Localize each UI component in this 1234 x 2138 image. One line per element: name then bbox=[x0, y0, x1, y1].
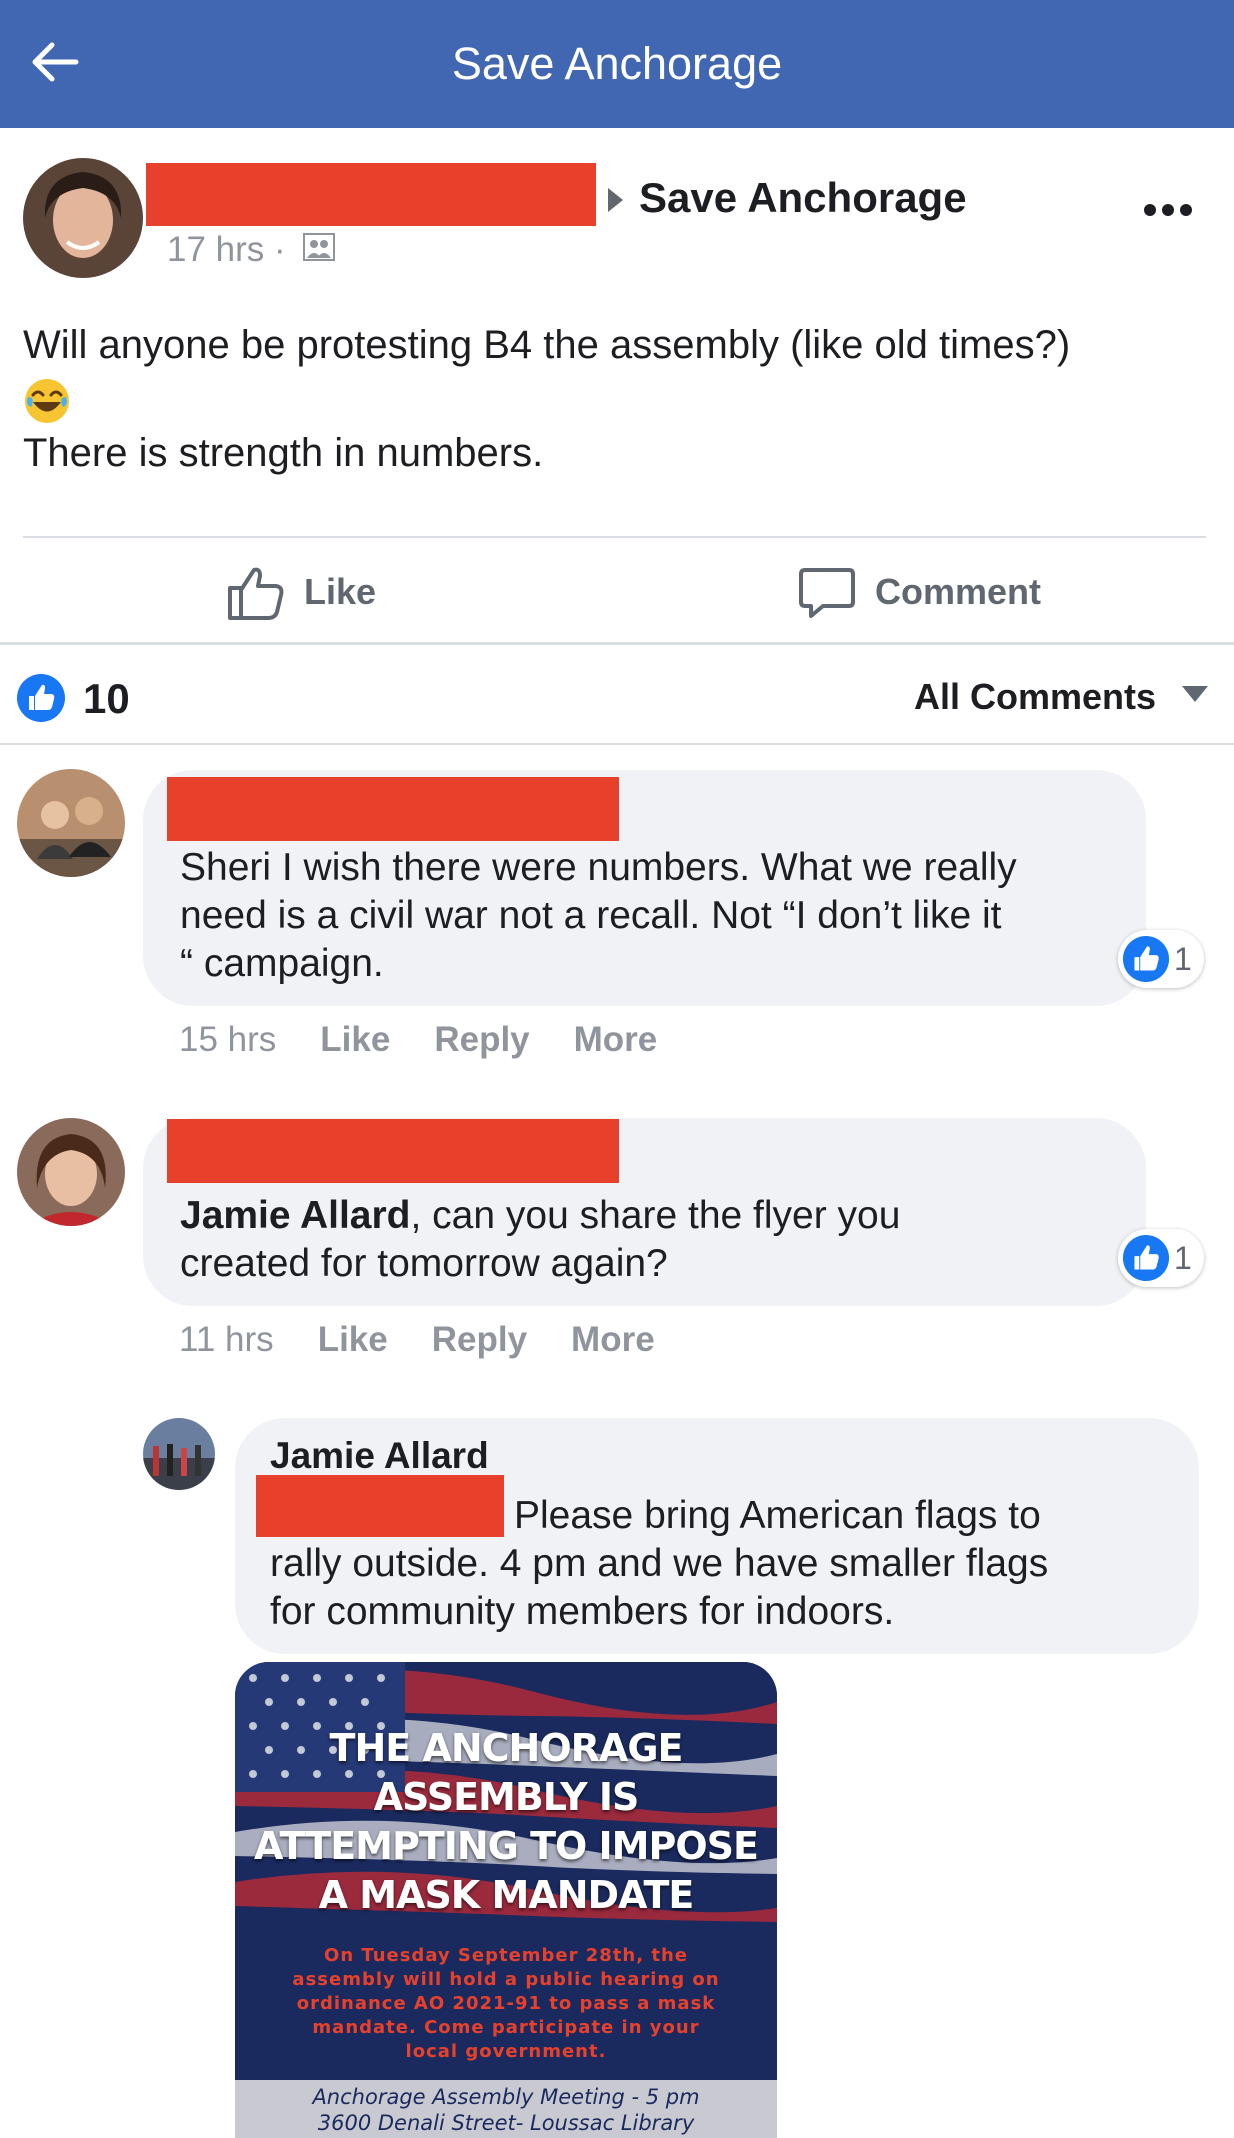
like-reaction-icon bbox=[17, 674, 65, 722]
post-text-line: Will anyone be protesting B4 the assembl… bbox=[23, 323, 1071, 367]
flyer-headline-line: THE ANCHORAGE bbox=[329, 1726, 684, 1770]
comment-like-button[interactable]: Like bbox=[320, 1020, 390, 1059]
comment-timestamp: 15 hrs bbox=[179, 1020, 277, 1059]
divider bbox=[0, 642, 1234, 645]
comment-text: Sheri I wish there were numbers. What we… bbox=[180, 844, 1130, 988]
page-title: Save Anchorage bbox=[451, 38, 783, 89]
flyer-image[interactable]: THE ANCHORAGE ASSEMBLY IS ATTEMPTING TO … bbox=[235, 1662, 777, 2138]
reply-text-line: rally outside. 4 pm and we have smaller … bbox=[270, 1542, 1049, 1585]
commenter-avatar[interactable] bbox=[17, 1118, 125, 1226]
redacted-mention bbox=[256, 1475, 504, 1537]
like-reaction-icon bbox=[1122, 935, 1170, 983]
comment-meta: 11 hrs Like Reply More bbox=[179, 1320, 699, 1360]
comment-more-button[interactable]: More bbox=[574, 1020, 658, 1059]
comment-timestamp: 11 hrs bbox=[179, 1320, 274, 1359]
commenter-avatar[interactable] bbox=[17, 769, 125, 877]
flyer-headline: THE ANCHORAGE ASSEMBLY IS ATTEMPTING TO … bbox=[235, 1724, 777, 1920]
flyer-footer: Anchorage Assembly Meeting - 5 pm 3600 D… bbox=[235, 2080, 777, 2138]
post-body: Will anyone be protesting B4 the assembl… bbox=[23, 318, 1213, 480]
reply-author-name[interactable]: Jamie Allard bbox=[270, 1435, 489, 1477]
comment-text-line: Sheri I wish there were numbers. What we… bbox=[180, 846, 1017, 889]
post-author-avatar[interactable] bbox=[23, 158, 143, 278]
comment-button-label: Comment bbox=[875, 571, 1042, 612]
flyer-details-line: local government. bbox=[405, 2041, 607, 2062]
divider bbox=[23, 536, 1206, 538]
flyer-details-line: mandate. Come participate in your bbox=[312, 2017, 700, 2038]
flyer-footer-line: Anchorage Assembly Meeting - 5 pm bbox=[312, 2085, 700, 2109]
reaction-count[interactable]: 10 bbox=[83, 675, 130, 723]
flyer-details-line: assembly will hold a public hearing on bbox=[292, 1969, 720, 1990]
comment-reply-button[interactable]: Reply bbox=[432, 1320, 527, 1359]
laughing-crying-emoji-icon bbox=[25, 379, 69, 424]
comment-sort-dropdown[interactable]: All Comments bbox=[914, 676, 1156, 718]
comment-like-button[interactable]: Like bbox=[318, 1320, 388, 1359]
comment-more-button[interactable]: More bbox=[571, 1320, 655, 1359]
redacted-commenter-name bbox=[167, 777, 619, 841]
reaction-count: 1 bbox=[1174, 1239, 1192, 1276]
flyer-headline-line: A MASK MANDATE bbox=[318, 1873, 695, 1917]
reply-text-line: for community members for indoors. bbox=[270, 1590, 895, 1633]
reply-author-avatar[interactable] bbox=[143, 1418, 215, 1490]
divider bbox=[0, 743, 1234, 745]
group-name-link[interactable]: Save Anchorage bbox=[639, 174, 967, 222]
like-reaction-icon bbox=[1122, 1234, 1170, 1282]
flyer-details: On Tuesday September 28th, the assembly … bbox=[255, 1944, 757, 2064]
comment-meta: 15 hrs Like Reply More bbox=[179, 1020, 701, 1060]
redacted-commenter-name bbox=[167, 1119, 619, 1183]
reaction-count: 1 bbox=[1174, 940, 1192, 977]
post-timestamp[interactable]: 17 hrs · bbox=[167, 230, 286, 270]
flyer-details-line: ordinance AO 2021-91 to pass a mask bbox=[296, 1993, 716, 2014]
flyer-headline-line: ATTEMPTING TO IMPOSE bbox=[254, 1824, 759, 1868]
comment-button[interactable]: Comment bbox=[797, 560, 1041, 624]
more-options-icon[interactable] bbox=[1142, 200, 1194, 220]
like-button-label: Like bbox=[304, 571, 377, 612]
comment-bubble-icon bbox=[799, 568, 855, 618]
comment-text: Jamie Allard, can you share the flyer yo… bbox=[180, 1192, 1130, 1288]
comment-text-line: , can you share the flyer you bbox=[410, 1194, 901, 1237]
comment-text-line: created for tomorrow again? bbox=[180, 1242, 668, 1285]
comment-text-line: need is a civil war not a recall. Not “I… bbox=[180, 894, 1002, 937]
top-app-bar: Save Anchorage bbox=[0, 0, 1234, 128]
comment-reply-button[interactable]: Reply bbox=[434, 1020, 529, 1059]
redacted-author-name bbox=[146, 163, 596, 226]
group-privacy-icon bbox=[303, 233, 335, 261]
breadcrumb-arrow-icon bbox=[608, 188, 623, 212]
flyer-headline-line: ASSEMBLY IS bbox=[373, 1775, 640, 1819]
flyer-details-line: On Tuesday September 28th, the bbox=[324, 1945, 688, 1966]
flyer-footer-line: 3600 Denali Street- Loussac Library bbox=[317, 2111, 695, 2135]
mention-link[interactable]: Jamie Allard bbox=[180, 1194, 411, 1237]
like-button[interactable]: Like bbox=[226, 560, 376, 624]
comment-reaction-badge[interactable]: 1 bbox=[1118, 930, 1204, 988]
post-text-line: There is strength in numbers. bbox=[23, 431, 544, 475]
dropdown-caret-icon[interactable] bbox=[1182, 686, 1208, 702]
reply-text-line: Please bring American flags to bbox=[514, 1494, 1041, 1537]
comment-text-line: “ campaign. bbox=[180, 942, 384, 985]
comment-reaction-badge[interactable]: 1 bbox=[1118, 1229, 1204, 1287]
thumbs-up-icon bbox=[228, 567, 284, 620]
